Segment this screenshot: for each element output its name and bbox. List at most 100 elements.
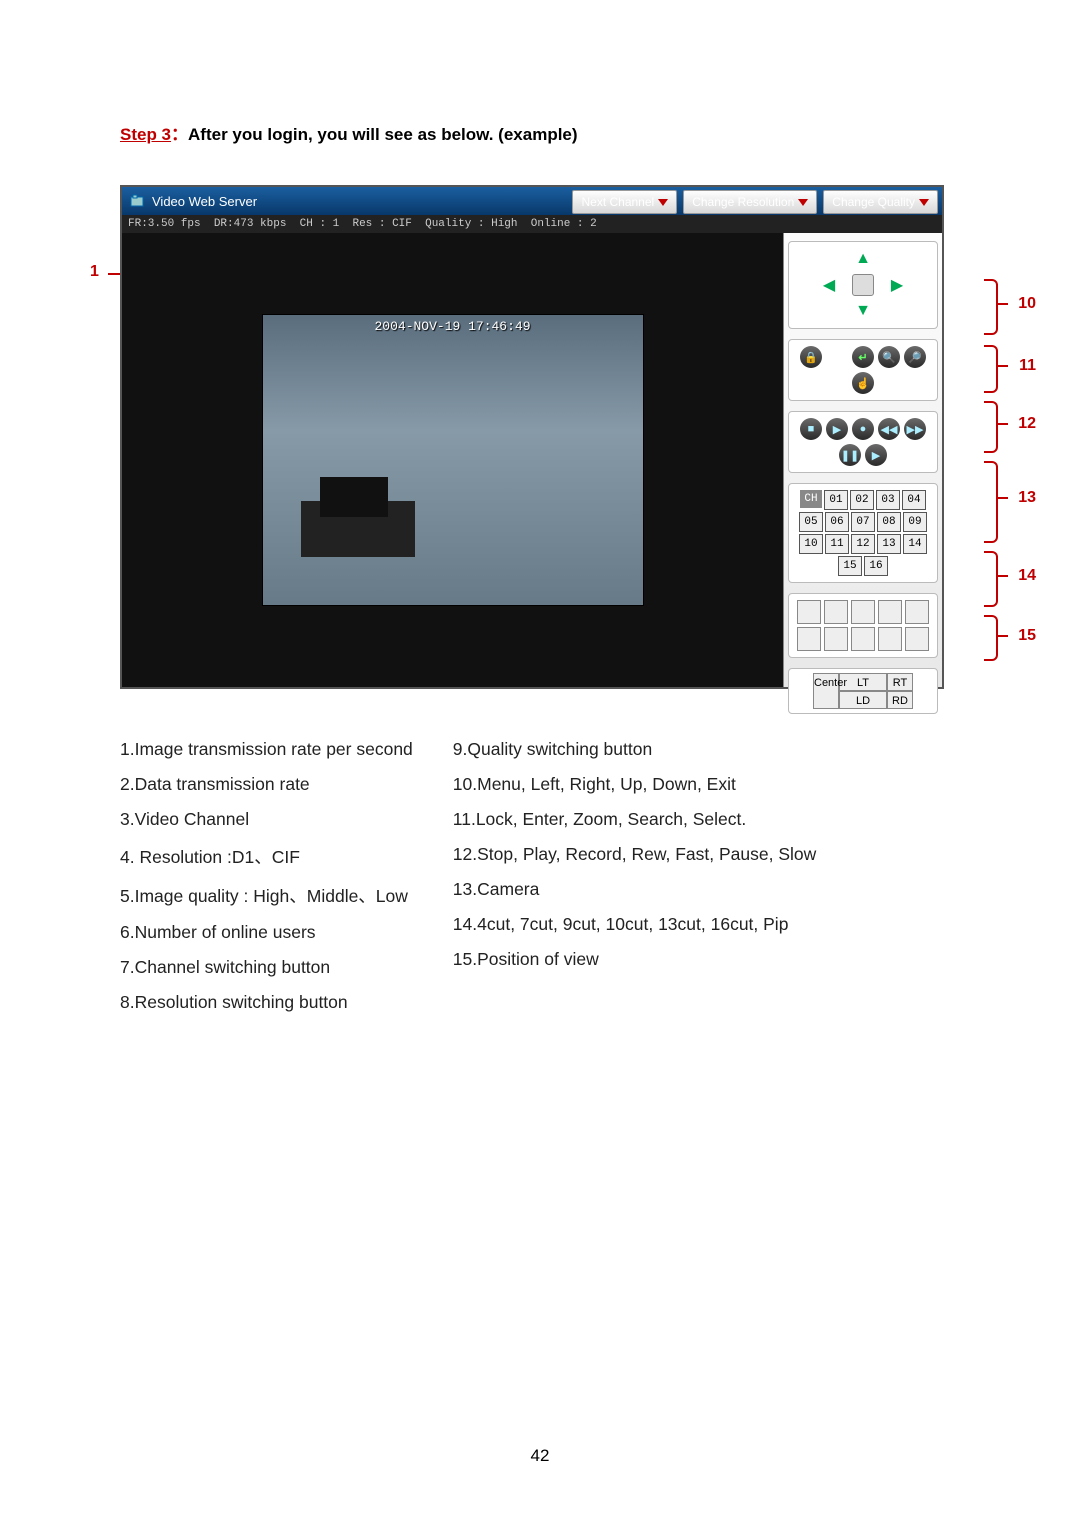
channel-button[interactable]: 16 xyxy=(864,556,888,576)
channel-button[interactable]: 04 xyxy=(902,490,926,510)
channel-button[interactable]: 12 xyxy=(851,534,875,554)
menu-nav-panel: ▲ ◀ ▶ ▼ xyxy=(788,241,938,329)
leader-line xyxy=(998,497,1008,499)
zoom-out-button[interactable] xyxy=(851,627,875,651)
legend-item: 12.Stop, Play, Record, Rew, Fast, Pause,… xyxy=(453,844,816,865)
lock-button[interactable]: 🔒 xyxy=(800,346,822,368)
pos-rt-button[interactable]: RT xyxy=(887,673,913,691)
channel-button[interactable]: 03 xyxy=(876,490,900,510)
legend-left: 1.Image transmission rate per second 2.D… xyxy=(120,739,413,1027)
change-resolution-button[interactable]: Change Resolution xyxy=(683,190,817,214)
pos-ld-button[interactable]: LD xyxy=(839,691,887,709)
cuts-panel xyxy=(788,593,938,658)
rewind-button[interactable]: ◀◀ xyxy=(878,418,900,440)
callout-12: 12 xyxy=(1018,415,1036,433)
channel-button[interactable]: 13 xyxy=(877,534,901,554)
cut13-button[interactable] xyxy=(905,600,929,624)
cut7-button[interactable] xyxy=(824,600,848,624)
cut16-button[interactable] xyxy=(797,627,821,651)
pip-button[interactable] xyxy=(824,627,848,651)
bracket-icon xyxy=(984,401,998,453)
channel-button[interactable]: 09 xyxy=(903,512,927,532)
channel-button[interactable]: 15 xyxy=(838,556,862,576)
channel-button[interactable]: 10 xyxy=(799,534,823,554)
legend-right: 9.Quality switching button 10.Menu, Left… xyxy=(453,739,816,1027)
menu-icon[interactable] xyxy=(852,274,874,296)
record-icon: ● xyxy=(860,423,867,435)
dropdown-icon xyxy=(658,199,668,206)
legend-item: 1.Image transmission rate per second xyxy=(120,739,413,760)
status-res: Res : CIF xyxy=(352,218,411,230)
channel-button[interactable]: 01 xyxy=(824,490,848,510)
cut9-button[interactable] xyxy=(851,600,875,624)
stop-icon: ■ xyxy=(808,423,815,435)
zoom-button[interactable]: 🔍 xyxy=(878,346,900,368)
slow-button[interactable]: ▶ xyxy=(865,444,887,466)
status-online: Online : 2 xyxy=(531,218,597,230)
legend-item: 3.Video Channel xyxy=(120,809,413,830)
fast-button[interactable]: ▶▶ xyxy=(904,418,926,440)
side-panel: ▲ ◀ ▶ ▼ 🔒 ↵ 🔍 🔎 ☝ ■ xyxy=(783,233,942,687)
bracket-icon xyxy=(984,345,998,393)
record-button[interactable]: ● xyxy=(852,418,874,440)
step-colon: ： xyxy=(171,125,188,144)
search-button[interactable]: 🔎 xyxy=(904,346,926,368)
dropdown-icon xyxy=(798,199,808,206)
change-quality-button[interactable]: Change Quality xyxy=(823,190,938,214)
leader-line xyxy=(998,365,1008,367)
channel-button[interactable]: 14 xyxy=(903,534,927,554)
channel-button[interactable]: 07 xyxy=(851,512,875,532)
step-title: Step 3：After you login, you will see as … xyxy=(120,120,960,145)
play-icon: ▶ xyxy=(833,423,841,436)
pos-center-button[interactable]: Center xyxy=(813,673,839,709)
play-button[interactable]: ▶ xyxy=(826,418,848,440)
titlebar: Video Web Server Next Channel Change Res… xyxy=(122,187,942,215)
fast-icon: ▶▶ xyxy=(907,423,924,436)
legend-item: 2.Data transmission rate xyxy=(120,774,413,795)
down-arrow-icon[interactable]: ▼ xyxy=(848,302,878,320)
zoom-in-button[interactable] xyxy=(905,627,929,651)
camera-frame: 2004-NOV-19 17:46:49 xyxy=(262,314,644,606)
leader-line xyxy=(998,575,1008,577)
fit-button[interactable] xyxy=(878,627,902,651)
video-area: 2004-NOV-19 17:46:49 xyxy=(122,233,783,687)
osd-timestamp: 2004-NOV-19 17:46:49 xyxy=(263,319,643,334)
leader-line xyxy=(998,303,1008,305)
select-icon: ☝ xyxy=(856,377,870,390)
change-resolution-label: Change Resolution xyxy=(692,195,794,209)
status-dr: DR:473 kbps xyxy=(214,218,287,230)
rewind-icon: ◀◀ xyxy=(881,423,898,436)
legend-item: 8.Resolution switching button xyxy=(120,992,413,1013)
left-arrow-icon[interactable]: ◀ xyxy=(814,275,844,295)
legend-item: 9.Quality switching button xyxy=(453,739,816,760)
callout-13: 13 xyxy=(1018,489,1036,507)
channel-button[interactable]: 08 xyxy=(877,512,901,532)
channel-grid: CH 01 02 03 04 05 06 07 08 09 10 11 12 1… xyxy=(788,483,938,583)
callout-10: 10 xyxy=(1018,295,1036,313)
cut4-button[interactable] xyxy=(797,600,821,624)
cut10-button[interactable] xyxy=(878,600,902,624)
channel-button[interactable]: 06 xyxy=(825,512,849,532)
dropdown-icon xyxy=(919,199,929,206)
channel-button[interactable]: 02 xyxy=(850,490,874,510)
enter-button[interactable]: ↵ xyxy=(852,346,874,368)
next-channel-button[interactable]: Next Channel xyxy=(572,190,677,214)
pause-button[interactable]: ❚❚ xyxy=(839,444,861,466)
next-channel-label: Next Channel xyxy=(581,195,654,209)
channel-button[interactable]: 11 xyxy=(825,534,849,554)
up-arrow-icon[interactable]: ▲ xyxy=(848,250,878,268)
select-button[interactable]: ☝ xyxy=(852,372,874,394)
stop-button[interactable]: ■ xyxy=(800,418,822,440)
legend-item: 15.Position of view xyxy=(453,949,816,970)
status-quality: Quality : High xyxy=(425,218,517,230)
pos-rd-button[interactable]: RD xyxy=(887,691,913,709)
legend-item: 10.Menu, Left, Right, Up, Down, Exit xyxy=(453,774,816,795)
status-fr: FR:3.50 fps xyxy=(128,218,201,230)
pause-icon: ❚❚ xyxy=(841,449,859,462)
right-arrow-icon[interactable]: ▶ xyxy=(882,275,912,295)
legend-item: 7.Channel switching button xyxy=(120,957,413,978)
position-panel: LT Center RT LD RD xyxy=(788,668,938,714)
diagram: 2 3 4 5 6 7 8 9 1 10 11 12 13 14 xyxy=(120,185,980,689)
bracket-icon xyxy=(984,615,998,661)
channel-button[interactable]: 05 xyxy=(799,512,823,532)
